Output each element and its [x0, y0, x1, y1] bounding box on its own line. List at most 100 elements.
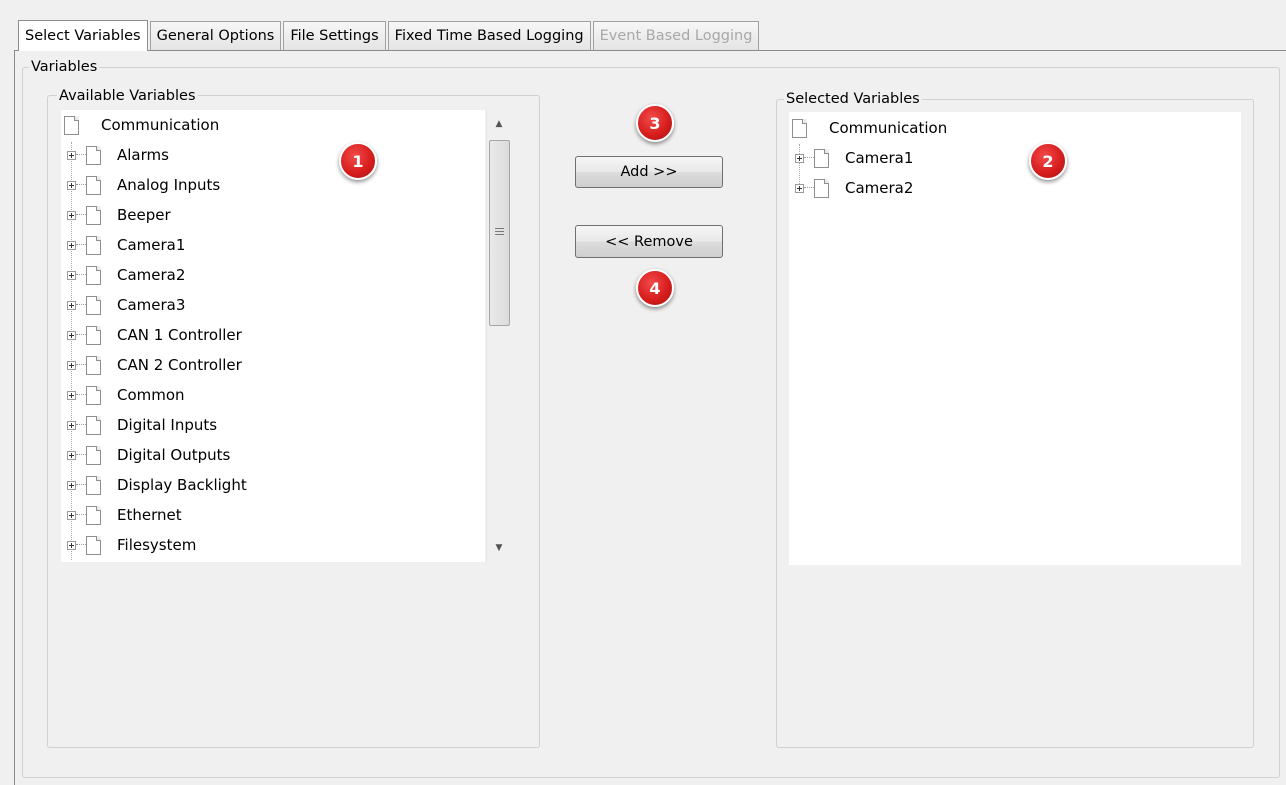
- tree-item-label: Camera1: [845, 149, 914, 167]
- marker-4: 4: [636, 269, 674, 307]
- tree-item-label: Common: [117, 386, 185, 404]
- document-icon: [86, 145, 101, 165]
- expand-icon[interactable]: [67, 210, 76, 220]
- tree-item[interactable]: Camera1: [795, 143, 913, 173]
- tree-item-label: Beeper: [117, 206, 171, 224]
- tree-item[interactable]: Alarms: [67, 140, 169, 170]
- document-icon: [64, 115, 79, 135]
- tree-connector: [76, 154, 86, 156]
- tree-item-label: Analog Inputs: [117, 176, 221, 194]
- document-icon: [86, 295, 101, 315]
- tree-item[interactable]: Camera2: [795, 173, 913, 203]
- tree-item[interactable]: Digital Outputs: [67, 440, 230, 470]
- tree-item[interactable]: Camera1: [67, 230, 185, 260]
- expand-icon[interactable]: [67, 330, 76, 340]
- tree-item-label: Alarms: [117, 146, 169, 164]
- tree-item[interactable]: Digital Inputs: [67, 410, 217, 440]
- tree-item[interactable]: Analog Inputs: [67, 170, 220, 200]
- tree-root[interactable]: Communication: [64, 110, 219, 140]
- tree-connector: [76, 424, 86, 426]
- tree-item[interactable]: Beeper: [67, 200, 171, 230]
- tree-item-label: Digital Inputs: [117, 416, 218, 434]
- tree-root-label: Communication: [101, 116, 220, 134]
- expand-icon[interactable]: [67, 420, 76, 430]
- selected-variables-title: Selected Variables: [784, 91, 922, 107]
- tree-item-label: Camera1: [117, 236, 186, 254]
- tree-item-label: Digital Outputs: [117, 446, 231, 464]
- selected-variables-tree[interactable]: Communication Camera1 Camera2: [789, 112, 1241, 565]
- expand-icon[interactable]: [795, 153, 804, 163]
- available-scrollbar[interactable]: ▲ ▼: [486, 110, 511, 562]
- tree-item[interactable]: Common: [67, 380, 185, 410]
- tree-item[interactable]: Filesystem: [67, 530, 196, 560]
- expand-icon[interactable]: [67, 240, 76, 250]
- tree-item-label: Ethernet: [117, 506, 182, 524]
- remove-button[interactable]: << Remove: [575, 225, 723, 258]
- tree-connector: [76, 244, 86, 246]
- marker-2: 2: [1029, 142, 1067, 180]
- tree-item-label: CAN 1 Controller: [117, 326, 242, 344]
- add-button[interactable]: Add >>: [575, 156, 723, 188]
- tree-item[interactable]: Camera2: [67, 260, 185, 290]
- tree-connector: [76, 394, 86, 396]
- tree-connector: [76, 334, 86, 336]
- grip-line: [495, 231, 504, 232]
- tab-strip: Select Variables General Options File Se…: [18, 20, 761, 51]
- tree-item[interactable]: CAN 1 Controller: [67, 320, 242, 350]
- tab-select-variables[interactable]: Select Variables: [18, 20, 148, 51]
- document-icon: [86, 355, 101, 375]
- expand-icon[interactable]: [67, 360, 76, 370]
- grip-line: [495, 234, 504, 235]
- available-variables-title: Available Variables: [57, 88, 198, 104]
- expand-icon[interactable]: [67, 390, 76, 400]
- tab-general-options[interactable]: General Options: [149, 21, 282, 50]
- tab-file-settings[interactable]: File Settings: [283, 21, 386, 50]
- grip-line: [495, 228, 504, 229]
- scroll-up-icon[interactable]: ▲: [487, 115, 511, 133]
- tree-item-label: Display Backlight: [117, 476, 247, 494]
- tree-item-label: Camera2: [117, 266, 186, 284]
- scroll-down-icon[interactable]: ▼: [487, 539, 511, 557]
- document-icon: [86, 505, 101, 525]
- tree-root-label: Communication: [829, 119, 948, 137]
- tree-connector: [76, 274, 86, 276]
- scroll-thumb[interactable]: [489, 140, 510, 326]
- document-icon: [86, 535, 101, 555]
- tree-root[interactable]: Communication: [792, 113, 947, 143]
- expand-icon[interactable]: [67, 300, 76, 310]
- tree-connector: [76, 514, 86, 516]
- expand-icon[interactable]: [67, 540, 76, 550]
- marker-1: 1: [339, 142, 377, 180]
- expand-icon[interactable]: [67, 510, 76, 520]
- document-icon: [86, 475, 101, 495]
- tree-item[interactable]: Ethernet: [67, 500, 182, 530]
- expand-icon[interactable]: [67, 480, 76, 490]
- tree-connector: [804, 187, 814, 189]
- tab-fixed-time-based-logging[interactable]: Fixed Time Based Logging: [387, 21, 591, 50]
- document-icon: [814, 148, 829, 168]
- expand-icon[interactable]: [67, 450, 76, 460]
- document-icon: [86, 265, 101, 285]
- expand-icon[interactable]: [67, 180, 76, 190]
- document-icon: [86, 325, 101, 345]
- tree-item[interactable]: Display Backlight: [67, 470, 247, 500]
- tree-connector: [76, 184, 86, 186]
- expand-icon[interactable]: [67, 150, 76, 160]
- tab-event-based-logging: Event Based Logging: [592, 21, 760, 50]
- tree-connector: [76, 484, 86, 486]
- tree-connector: [76, 214, 86, 216]
- document-icon: [86, 235, 101, 255]
- document-icon: [86, 175, 101, 195]
- tree-item[interactable]: Camera3: [67, 290, 185, 320]
- document-icon: [86, 445, 101, 465]
- document-icon: [792, 118, 807, 138]
- tree-item-label: Camera2: [845, 179, 914, 197]
- expand-icon[interactable]: [795, 183, 804, 193]
- document-icon: [86, 415, 101, 435]
- variables-group-title: Variables: [29, 59, 100, 75]
- tree-item[interactable]: CAN 2 Controller: [67, 350, 242, 380]
- expand-icon[interactable]: [67, 270, 76, 280]
- document-icon: [86, 205, 101, 225]
- tree-item-label: CAN 2 Controller: [117, 356, 242, 374]
- available-variables-tree[interactable]: Communication Alarms Analog Inputs Beeper C…: [61, 110, 485, 562]
